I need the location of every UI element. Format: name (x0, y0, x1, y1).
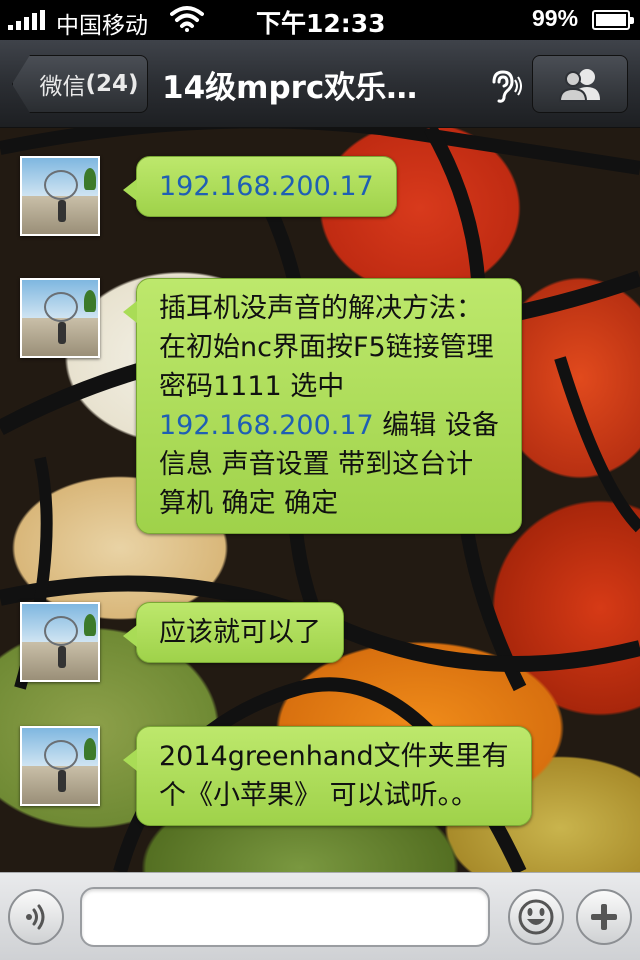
message-line: 应该就可以了 (159, 613, 321, 652)
message-bubble[interactable]: 应该就可以了 (123, 602, 344, 663)
message-line: 插耳机没声音的解决方法： (159, 289, 499, 328)
message-line: 信息 声音设置 带到这台计 (159, 445, 499, 484)
emoji-icon (518, 899, 554, 935)
status-time: 下午12:33 (256, 9, 386, 38)
status-bar: 中国移动 下午12:33 99% (0, 0, 640, 40)
message-line: 在初始nc界面按F5链接管理 (159, 328, 499, 367)
voice-icon (26, 904, 45, 930)
message-line: 算机 确定 确定 (159, 484, 499, 523)
message-line: 个《小苹果》 可以试听。。 (159, 776, 509, 815)
message-text: 算机 确定 确定 (159, 488, 339, 519)
ip-address-link[interactable]: 192.168.200.17 (159, 410, 374, 441)
sender-avatar[interactable] (20, 156, 100, 236)
plus-button[interactable] (576, 889, 632, 945)
message-line: 2014greenhand文件夹里有 (159, 737, 509, 776)
group-members-button[interactable] (532, 55, 628, 113)
plus-icon (591, 904, 617, 930)
message-text: 密码1111 选中 (159, 371, 345, 402)
back-button-label: 微信 (39, 74, 86, 100)
battery-percent: 99% (532, 5, 579, 31)
message-input[interactable] (80, 887, 490, 947)
message-bubble[interactable]: 插耳机没声音的解决方法： 在初始nc界面按F5链接管理 密码1111 选中 192.… (123, 278, 522, 534)
sender-avatar[interactable] (20, 278, 100, 358)
message-text: 个《小苹果》 可以试听。。 (159, 780, 479, 811)
chat-area[interactable]: 192.168.200.17 插耳机没声音的解决方法： 在初始nc界面按F5链接管… (0, 128, 640, 872)
unread-count: (24) (85, 71, 139, 97)
battery-icon (592, 10, 634, 30)
message-text: 在初始nc界面按F5链接管理 (159, 332, 494, 363)
signal-icon (8, 10, 45, 30)
group-icon (558, 69, 600, 102)
message-bubble[interactable]: 192.168.200.17 (123, 156, 397, 217)
ip-address-link[interactable]: 192.168.200.17 (159, 171, 374, 202)
sender-avatar[interactable] (20, 726, 100, 806)
ear-icon[interactable] (486, 68, 522, 104)
message-line: 密码1111 选中 (159, 367, 499, 406)
message-text: 插耳机没声音的解决方法： (159, 293, 483, 324)
carrier-name: 中国移动 (56, 13, 148, 39)
message-text: 2014greenhand文件夹里有 (159, 741, 509, 772)
voice-button[interactable] (8, 889, 64, 945)
message-text: 应该就可以了 (159, 617, 321, 648)
back-button[interactable]: 微信 (24) (12, 55, 148, 113)
sender-avatar[interactable] (20, 602, 100, 682)
chat-title: 14级mprc欢乐… (162, 70, 418, 106)
emoji-button[interactable] (508, 889, 564, 945)
input-bar (0, 872, 640, 960)
message-text: 编辑 设备 (373, 410, 499, 441)
message-line: 192.168.200.17 编辑 设备 (159, 406, 499, 445)
nav-bar: 微信 (24) 14级mprc欢乐… (0, 40, 640, 128)
message-text: 信息 声音设置 带到这台计 (159, 449, 474, 480)
message-bubble[interactable]: 2014greenhand文件夹里有 个《小苹果》 可以试听。。 (123, 726, 532, 826)
wifi-icon (170, 6, 204, 32)
message-line: 192.168.200.17 (159, 167, 374, 206)
